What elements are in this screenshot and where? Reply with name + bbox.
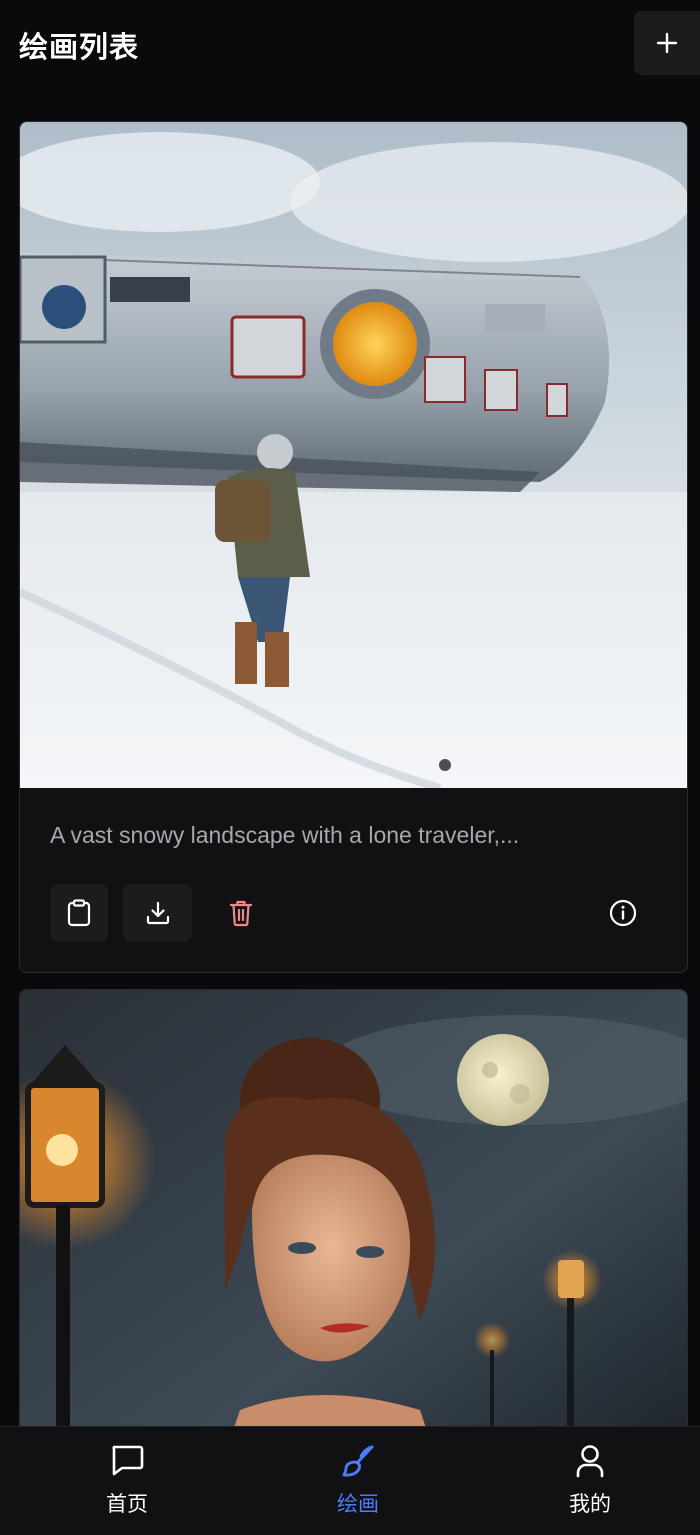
drawing-prompt: A vast snowy landscape with a lone trave… bbox=[50, 822, 520, 848]
tab-home[interactable]: 首页 bbox=[57, 1427, 197, 1535]
user-icon bbox=[576, 1445, 604, 1478]
drawing-card: A vast snowy landscape with a lone trave… bbox=[19, 121, 688, 973]
tab-drawing[interactable]: 绘画 bbox=[288, 1427, 428, 1535]
bottom-tab-bar: 首页 绘画 我的 bbox=[0, 1426, 700, 1535]
drawing-card bbox=[19, 989, 688, 1471]
drawing-image[interactable] bbox=[20, 990, 687, 1470]
tab-label: 首页 bbox=[106, 1493, 148, 1516]
add-drawing-button[interactable] bbox=[634, 11, 700, 75]
page-title: 绘画列表 bbox=[19, 32, 140, 64]
tab-profile[interactable]: 我的 bbox=[520, 1427, 660, 1535]
copy-prompt-button[interactable] bbox=[50, 884, 108, 942]
tab-label: 绘画 bbox=[337, 1493, 379, 1516]
chat-bubble-icon bbox=[112, 1445, 144, 1476]
tab-label: 我的 bbox=[569, 1493, 611, 1516]
plus-icon bbox=[656, 32, 678, 54]
drawing-actions bbox=[50, 884, 660, 942]
brush-icon bbox=[342, 1445, 374, 1477]
drawing-image[interactable] bbox=[20, 122, 687, 788]
top-bar: 绘画列表 bbox=[0, 0, 700, 100]
download-button[interactable] bbox=[123, 884, 192, 942]
info-button[interactable] bbox=[602, 884, 644, 942]
clipboard-icon bbox=[67, 899, 91, 927]
delete-button[interactable] bbox=[222, 884, 260, 942]
info-icon bbox=[609, 899, 637, 927]
trash-icon bbox=[229, 900, 253, 927]
download-icon bbox=[146, 901, 169, 925]
